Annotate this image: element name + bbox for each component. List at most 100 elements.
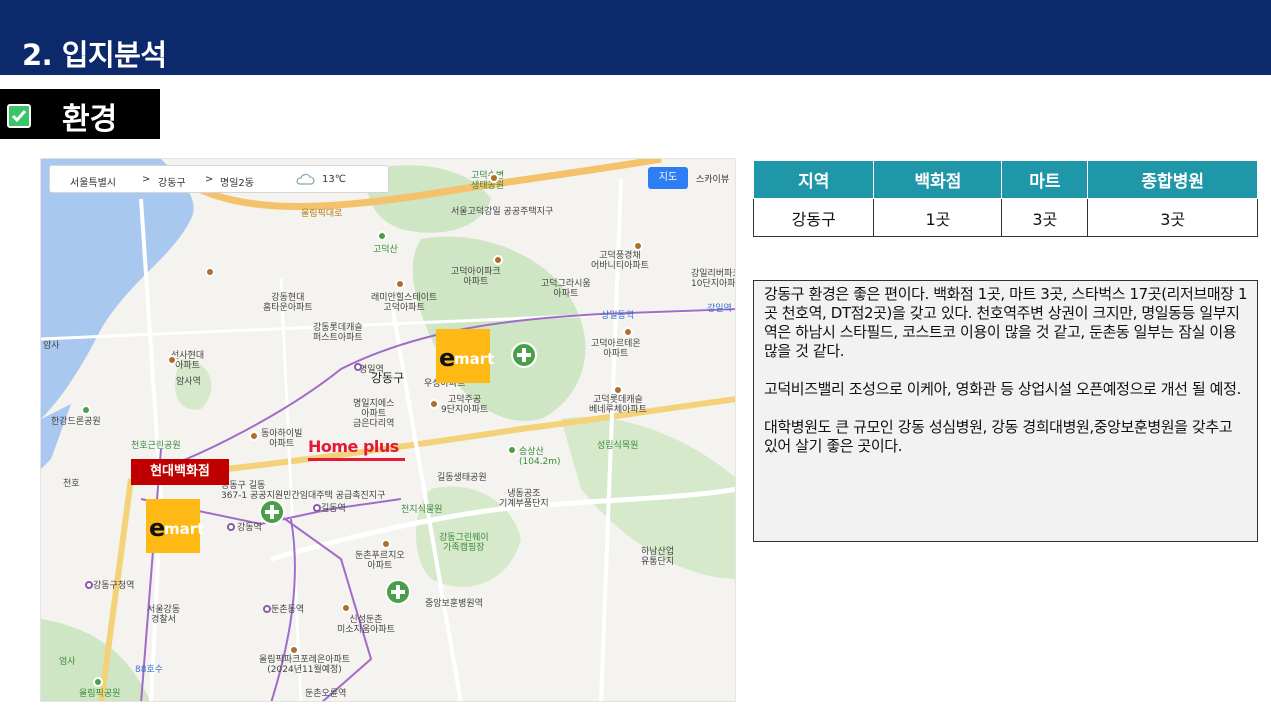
place-pin-icon[interactable] [341,603,351,613]
subway-station-icon[interactable] [313,504,321,512]
place-pin-icon[interactable] [81,405,91,415]
map-label: 천지식물원 [401,505,443,515]
hyundai-department-store-label: 현대백화점 [131,459,229,485]
breadcrumb-city[interactable]: 서울특별시 [70,174,116,189]
emart-logo: e mart [436,329,494,383]
map-label: 냉동공조 기계부품단지 [499,489,549,509]
header-bar [0,0,1271,75]
slide: 2. 입지분석 환경 서울특별시 > 강동구 > 명일2동 13℃ 지도 스카이… [0,0,1271,710]
map-label: 고덕아르테온 아파트 [591,339,641,359]
place-pin-icon[interactable] [249,431,259,441]
map-label: 강동구 [371,371,405,385]
map-label: 중앙보훈병원역 [425,599,483,609]
map-label: 동아하이빌 아파트 [261,429,303,449]
cell-general-hospital: 3곳 [1087,198,1258,237]
place-pin-icon[interactable] [395,279,405,289]
map-label: 엄사 [59,657,76,667]
map-label: 길동역 [321,504,346,514]
map-label: 승상산 (104.2m) [519,447,561,467]
map-breadcrumb: 서울특별시 > 강동구 > 명일2동 13℃ [49,165,389,193]
map-label: 래미안힐스테이트 고덕아파트 [371,293,438,313]
hospital-icon[interactable] [511,342,537,368]
place-pin-icon[interactable] [381,539,391,549]
map-label: 둔촌오륜역 [305,689,347,699]
homeplus-logo: Home plus [308,437,399,456]
place-pin-icon[interactable] [493,255,503,265]
map-label: 명일지에스 아파트 [353,399,395,419]
description-paragraph: 강동구 환경은 좋은 편이다. 백화점 1곳, 마트 3곳, 스타벅스 17곳(… [764,285,1248,360]
map-label: 암사 [43,341,60,351]
subway-station-icon[interactable] [354,363,362,371]
map-label: 강동역 [237,523,262,533]
description-box: 강동구 환경은 좋은 편이다. 백화점 1곳, 마트 3곳, 스타벅스 17곳(… [753,280,1258,542]
map-label: 강동그린웨이 가족캠핑장 [439,533,489,553]
emart-logo: e mart [146,499,204,553]
homeplus-underline [308,458,405,461]
map-label: 암사역 [176,377,201,387]
map-view-button[interactable]: 지도 [648,167,688,189]
cell-department-store: 1곳 [873,198,1003,237]
facility-table: 지역 백화점 마트 종합병원 강동구 1곳 3곳 3곳 [752,160,1258,237]
breadcrumb-sep: > [142,174,151,185]
map-label: 올림픽대로 [301,209,343,219]
map-label: 강동구청역 [93,581,135,591]
subway-station-icon[interactable] [227,523,235,531]
hospital-icon[interactable] [385,579,411,605]
map-label: 고덕그라시움 아파트 [541,279,591,299]
checkbox-checked-icon [7,104,31,128]
breadcrumb-sep: > [205,174,214,185]
skyview-button[interactable]: 스카이뷰 [696,172,729,185]
section-title: 환경 [62,102,118,137]
cell-region: 강동구 [752,198,875,237]
map-label: 고덕주공 9단지아파트 [441,395,489,415]
map-label: 상일동역 [601,311,635,321]
page-title: 2. 입지분석 [22,38,167,72]
place-pin-icon[interactable] [507,445,517,455]
map-label: 금은다리역 [353,419,395,429]
map-label: 한강드론공원 [51,417,101,427]
place-pin-icon[interactable] [167,355,177,365]
map-label: 길동생태공원 [437,473,487,483]
place-pin-icon[interactable] [613,385,623,395]
map-label: 88호수 [135,665,164,675]
place-pin-icon[interactable] [93,677,103,687]
map-label: 강일리버파크10단지아파트 [691,269,736,289]
hospital-icon[interactable] [259,499,285,525]
map-label: 둔촌동역 [271,605,305,615]
map-label: 천호 [63,479,80,489]
place-pin-icon[interactable] [377,231,387,241]
header-general-hospital: 종합병원 [1087,160,1258,199]
map-label: 강동롯데캐슬 퍼스트아파트 [313,323,363,343]
place-pin-icon[interactable] [205,267,215,277]
map-label: 강동구 길동 367-1 공공지원민간임대주택 공급촉진지구 [221,481,386,501]
map-label: 올림픽공원 [79,689,121,699]
map-label: 강동현대 홈타운아파트 [263,293,313,313]
subway-station-icon[interactable] [85,581,93,589]
map-label: 서울고덕강일 공공주택지구 [451,207,554,217]
description-paragraph: 대학병원도 큰 규모인 강동 성심병원, 강동 경희대병원,중앙보훈병원을 갖추… [764,418,1233,455]
place-pin-icon[interactable] [429,399,439,409]
map-label: 하남산업 유통단지 [641,547,675,567]
place-pin-icon[interactable] [623,327,633,337]
place-pin-icon[interactable] [489,173,499,183]
breadcrumb-dong[interactable]: 명일2동 [220,174,254,189]
breadcrumb-gu[interactable]: 강동구 [158,174,186,189]
temperature: 13℃ [322,174,346,185]
map-label: 고덕수변 생태공원 [471,171,505,191]
place-pin-icon[interactable] [633,241,643,251]
map-label: 강일역 [707,304,732,314]
header-department-store: 백화점 [873,160,1003,199]
location-map[interactable]: 서울특별시 > 강동구 > 명일2동 13℃ 지도 스카이뷰 고덕수변 생태공원 … [40,158,736,702]
cell-mart: 3곳 [1001,198,1089,237]
subway-station-icon[interactable] [263,605,271,613]
table-row: 강동구 1곳 3곳 3곳 [752,198,1258,237]
map-label: 올림픽파크포레온아파트 (2024년11월예정) [259,655,351,675]
header-region: 지역 [752,160,875,199]
cloud-icon [296,173,315,185]
table-header-row: 지역 백화점 마트 종합병원 [752,160,1258,199]
map-label: 고덕아이파크 아파트 [451,267,501,287]
map-label: 고덕풍경채 어바니티아파트 [591,251,649,271]
map-label: 서울강동 경찰서 [147,605,181,625]
place-pin-icon[interactable] [289,645,299,655]
map-label: 성립식목원 [597,441,639,451]
